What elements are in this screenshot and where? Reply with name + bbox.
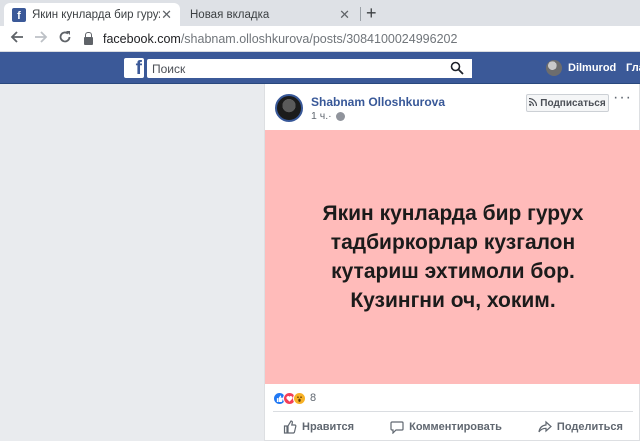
post-meta: 1 ч. · (311, 110, 345, 122)
actions-divider (273, 411, 633, 412)
subscribe-button[interactable]: Подписаться (526, 94, 609, 112)
url-path: /shabnam.olloshkurova/posts/308410002499… (180, 32, 458, 46)
address-bar[interactable]: facebook.com/shabnam.olloshkurova/posts/… (84, 29, 640, 49)
comment-button[interactable]: Комментировать (390, 420, 502, 434)
browser-toolbar: facebook.com/shabnam.olloshkurova/posts/… (0, 26, 640, 52)
close-tab-icon[interactable]: ✕ (339, 7, 350, 23)
search-input[interactable] (152, 61, 432, 76)
post-text: Якин кунларда бир гурух тадбиркорлар куз… (322, 202, 584, 312)
lock-icon (84, 31, 93, 45)
reload-icon[interactable] (58, 30, 72, 48)
post-card: Shabnam Olloshkurova 1 ч. · Подписаться … (264, 84, 640, 441)
close-tab-icon[interactable]: ✕ (161, 7, 172, 23)
share-icon (538, 420, 552, 433)
search-icon[interactable] (450, 61, 466, 76)
profile-link[interactable]: Dilmurod (546, 60, 616, 76)
back-arrow-icon[interactable] (10, 30, 24, 48)
profile-name: Dilmurod (568, 62, 617, 74)
post-actions: Нравится Комментировать Поделиться (265, 415, 640, 439)
browser-tab-strip: f Якин кунларда бир гурух тадби ✕ Новая … (0, 0, 640, 26)
reactions-summary[interactable]: 8 (273, 390, 316, 406)
like-label: Нравится (302, 421, 355, 433)
comment-label: Комментировать (409, 421, 502, 433)
reaction-count: 8 (310, 392, 317, 404)
facebook-logo[interactable]: f (124, 58, 144, 78)
home-link[interactable]: Гла (626, 62, 640, 74)
subscribe-label: Подписаться (540, 97, 606, 109)
post-text-image[interactable]: Якин кунларда бир гурух тадбиркорлар куз… (265, 130, 640, 384)
more-options-icon[interactable]: ··· (613, 89, 632, 107)
url-host: facebook.com (103, 32, 181, 46)
globe-icon (335, 111, 345, 121)
comment-icon (390, 421, 404, 434)
meta-separator: · (328, 110, 332, 122)
wow-icon (293, 391, 306, 405)
new-tab-button[interactable]: + (366, 3, 377, 24)
browser-tab-active[interactable]: f Якин кунларда бир гурух тадби ✕ (4, 3, 180, 26)
like-button[interactable]: Нравится (283, 420, 354, 434)
forward-arrow-icon[interactable] (34, 30, 48, 48)
tab-title: Новая вкладка (190, 8, 270, 21)
facebook-favicon-icon: f (12, 7, 26, 22)
post-timestamp[interactable]: 1 ч. (311, 110, 328, 122)
post-author[interactable]: Shabnam Olloshkurova (311, 95, 445, 109)
share-button[interactable]: Поделиться (538, 420, 623, 434)
left-empty-area (0, 84, 264, 441)
author-avatar[interactable] (275, 94, 303, 122)
thumbs-up-icon (283, 420, 297, 434)
tab-title: Якин кунларда бир гурух тадби (32, 8, 160, 21)
post-header: Shabnam Olloshkurova 1 ч. · Подписаться … (265, 84, 640, 130)
tab-separator (360, 7, 361, 21)
facebook-top-bar: f Dilmurod Гла (0, 52, 640, 84)
rss-icon (529, 97, 538, 108)
search-box[interactable] (147, 59, 472, 78)
avatar (546, 60, 562, 76)
share-label: Поделиться (556, 421, 623, 433)
browser-tab-new[interactable]: Новая вкладка ✕ (182, 3, 358, 26)
